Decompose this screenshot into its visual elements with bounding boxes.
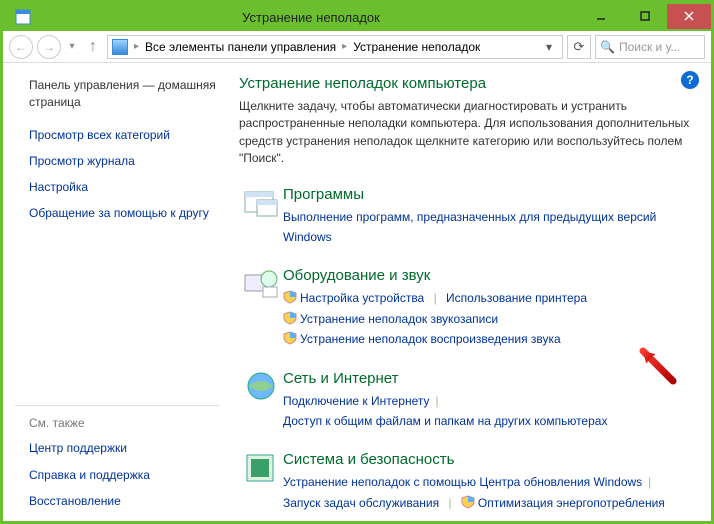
breadcrumb-root[interactable]: Все элементы панели управления (145, 40, 336, 54)
titlebar: Устранение неполадок (3, 3, 711, 31)
shield-icon (283, 311, 297, 325)
chevron-right-icon: ▸ (134, 41, 139, 52)
link-shared-files[interactable]: Доступ к общим файлам и папкам на других… (283, 414, 607, 428)
back-button[interactable]: ← (9, 35, 33, 59)
link-printer[interactable]: Использование принтера (446, 291, 587, 305)
search-placeholder: Поиск и у... (619, 40, 700, 54)
category-title[interactable]: Программы (283, 186, 697, 203)
category-title[interactable]: Сеть и Интернет (283, 370, 697, 387)
hardware-icon (239, 267, 283, 307)
see-also-recovery[interactable]: Восстановление (29, 493, 219, 509)
window: Устранение неполадок ← → ▾ ↑ ▸ Все элеме… (0, 0, 714, 524)
category-title[interactable]: Система и безопасность (283, 451, 697, 468)
help-icon[interactable]: ? (681, 71, 699, 89)
refresh-button[interactable]: ⟳ (567, 35, 591, 59)
maximize-button[interactable] (623, 4, 667, 29)
main-content: ? Устранение неполадок компьютера Щелкни… (229, 63, 711, 521)
close-button[interactable] (667, 4, 711, 29)
sidebar-link-settings[interactable]: Настройка (29, 179, 219, 195)
page-title: Устранение неполадок компьютера (239, 75, 697, 92)
system-icon (239, 451, 283, 491)
link-compat-programs[interactable]: Выполнение программ, предназначенных для… (283, 210, 656, 244)
intro-text: Щелкните задачу, чтобы автоматически диа… (239, 98, 697, 168)
address-bar: ← → ▾ ↑ ▸ Все элементы панели управления… (3, 31, 711, 63)
breadcrumb-dropdown[interactable]: ▾ (540, 40, 558, 54)
minimize-button[interactable] (579, 4, 623, 29)
sidebar-link-all-categories[interactable]: Просмотр всех категорий (29, 127, 219, 143)
category-system: Система и безопасность Устранение непола… (239, 451, 697, 513)
link-internet[interactable]: Подключение к Интернету (283, 394, 430, 408)
control-panel-icon (112, 39, 128, 55)
category-hardware: Оборудование и звук Настройка устройства… (239, 267, 697, 349)
history-dropdown[interactable]: ▾ (65, 41, 79, 52)
sidebar-link-history[interactable]: Просмотр журнала (29, 153, 219, 169)
forward-button[interactable]: → (37, 35, 61, 59)
app-icon (3, 9, 43, 25)
shield-icon (461, 495, 475, 509)
shield-icon (283, 290, 297, 304)
see-also-action-center[interactable]: Центр поддержки (29, 440, 219, 456)
link-device-setup[interactable]: Настройка устройства (300, 291, 424, 305)
window-title: Устранение неполадок (43, 10, 579, 25)
category-network: Сеть и Интернет Подключение к Интернету|… (239, 370, 697, 432)
sidebar-link-ask-friend[interactable]: Обращение за помощью к другу (29, 205, 219, 221)
shield-icon (283, 331, 297, 345)
link-windows-update[interactable]: Устранение неполадок с помощью Центра об… (283, 475, 642, 489)
up-button[interactable]: ↑ (83, 37, 103, 57)
network-icon (239, 370, 283, 410)
see-also-heading: См. также (29, 416, 219, 430)
sidebar: Панель управления — домашняя страница Пр… (3, 63, 229, 521)
link-maintenance[interactable]: Запуск задач обслуживания (283, 496, 439, 510)
link-power[interactable]: Оптимизация энергопотребления (478, 496, 665, 510)
link-audio-rec[interactable]: Устранение неполадок звукозаписи (300, 312, 498, 326)
chevron-right-icon: ▸ (342, 41, 347, 52)
breadcrumb-current[interactable]: Устранение неполадок (353, 40, 480, 54)
category-programs: Программы Выполнение программ, предназна… (239, 186, 697, 248)
search-input[interactable]: 🔍 Поиск и у... (595, 35, 705, 59)
see-also-help[interactable]: Справка и поддержка (29, 467, 219, 483)
category-title[interactable]: Оборудование и звук (283, 267, 697, 284)
control-panel-home-link[interactable]: Панель управления — домашняя страница (29, 77, 219, 111)
breadcrumb[interactable]: ▸ Все элементы панели управления ▸ Устра… (107, 35, 563, 59)
search-icon: 🔍 (600, 40, 615, 54)
link-audio-play[interactable]: Устранение неполадок воспроизведения зву… (300, 332, 561, 346)
programs-icon (239, 186, 283, 226)
